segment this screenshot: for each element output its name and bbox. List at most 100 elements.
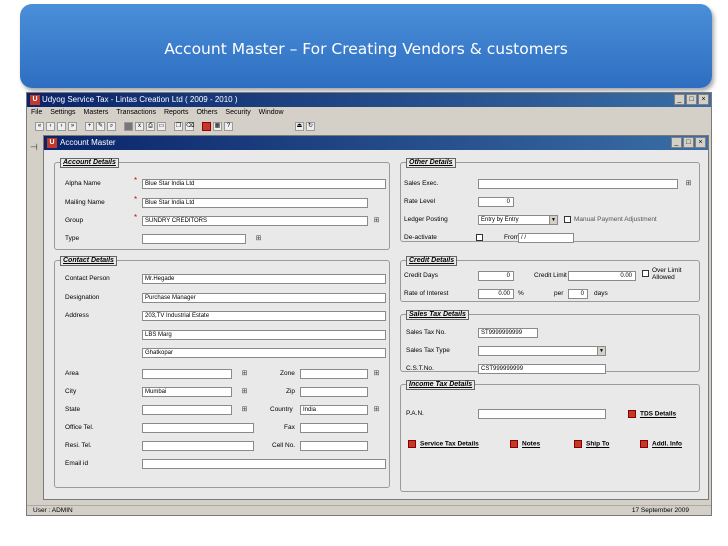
last-record-icon[interactable]: »	[68, 122, 77, 131]
resi-tel-field[interactable]	[142, 441, 254, 451]
sales-tax-no-field[interactable]: ST9999999999	[478, 328, 538, 338]
ledger-posting-label: Ledger Posting	[404, 216, 448, 223]
email-field[interactable]	[142, 459, 386, 469]
zone-field[interactable]	[300, 369, 368, 379]
addl-info-button[interactable]: Addl. Info	[640, 440, 682, 448]
menu-file[interactable]: File	[31, 109, 42, 116]
pin-icon[interactable]: ⊣	[30, 142, 38, 153]
cell-no-label: Cell No.	[272, 442, 296, 449]
group-lookup-icon[interactable]: ⊞	[372, 216, 381, 225]
rate-interest-field[interactable]: 0.00	[478, 289, 514, 299]
rate-level-field[interactable]: 0	[478, 197, 514, 207]
previous-record-icon[interactable]: ‹	[46, 122, 55, 131]
application-window: U Udyog Service Tax - Lintas Creation Ltd…	[26, 92, 712, 516]
from-date-field[interactable]: / /	[518, 233, 574, 243]
zip-label: Zip	[286, 388, 296, 395]
calculator-icon[interactable]: ▦	[213, 122, 222, 131]
preview-icon[interactable]: ▭	[157, 122, 166, 131]
group-field[interactable]: SUNDRY CREDITORS	[142, 216, 368, 226]
account-master-window: ⊣ U Account Master _ □ × Account Details …	[30, 135, 709, 500]
close-button[interactable]: ×	[698, 94, 709, 105]
type-field[interactable]	[142, 234, 246, 244]
tds-details-button[interactable]: TDS Details	[628, 410, 676, 418]
menu-transactions[interactable]: Transactions	[116, 109, 156, 116]
days-label: days	[594, 290, 608, 297]
menu-masters[interactable]: Masters	[83, 109, 108, 116]
mailing-name-label: Mailing Name	[65, 199, 105, 206]
office-tel-field[interactable]	[142, 423, 254, 433]
notes-button[interactable]: Notes	[510, 440, 540, 448]
area-label: Area	[65, 370, 79, 377]
cancel-icon[interactable]: x	[135, 122, 144, 131]
cell-no-field[interactable]	[300, 441, 368, 451]
mailing-name-field[interactable]: Blue Star India Ltd	[142, 198, 368, 208]
child-minimize-button[interactable]: _	[671, 137, 682, 148]
pan-field[interactable]	[478, 409, 606, 419]
cst-no-field[interactable]: CST999999999	[478, 364, 606, 374]
menu-settings[interactable]: Settings	[50, 109, 75, 116]
rate-level-label: Rate Level	[404, 198, 436, 205]
tools-icon[interactable]	[202, 122, 211, 131]
alpha-name-label: Alpha Name	[65, 180, 101, 187]
sales-tax-no-label: Sales Tax No.	[406, 329, 446, 336]
addl-info-icon	[640, 440, 648, 448]
deactivate-checkbox[interactable]	[476, 234, 483, 241]
other-details-heading: Other Details	[406, 158, 456, 168]
sales-tax-type-dropdown[interactable]: ▼	[478, 346, 606, 356]
next-record-icon[interactable]: ›	[57, 122, 66, 131]
state-lookup-icon[interactable]: ⊞	[240, 405, 249, 414]
maximize-button[interactable]: □	[686, 94, 697, 105]
service-tax-details-button[interactable]: Service Tax Details	[408, 440, 479, 448]
city-field[interactable]: Mumbai	[142, 387, 232, 397]
alpha-name-field[interactable]: Blue Star India Ltd	[142, 179, 386, 189]
notes-icon	[510, 440, 518, 448]
ledger-posting-value: Entry by Entry	[481, 217, 519, 223]
credit-limit-label: Credit Limit	[534, 272, 567, 279]
menu-window[interactable]: Window	[259, 109, 284, 116]
copy-icon[interactable]: ❐	[174, 122, 183, 131]
country-field[interactable]: India	[300, 405, 368, 415]
help-icon[interactable]: ?	[224, 122, 233, 131]
address-line-1[interactable]: 203,TV Industrial Estate	[142, 311, 386, 321]
income-tax-details-panel	[400, 384, 700, 492]
menu-security[interactable]: Security	[225, 109, 250, 116]
type-lookup-icon[interactable]: ⊞	[254, 234, 263, 243]
find-icon[interactable]: ⌕	[107, 122, 116, 131]
per-days-field[interactable]: 0	[568, 289, 588, 299]
credit-limit-field[interactable]: 0.00	[568, 271, 636, 281]
fax-field[interactable]	[300, 423, 368, 433]
state-field[interactable]	[142, 405, 232, 415]
address-line-3[interactable]: Ghatkopar	[142, 348, 386, 358]
over-limit-checkbox[interactable]	[642, 270, 649, 277]
child-close-button[interactable]: ×	[695, 137, 706, 148]
zip-field[interactable]	[300, 387, 368, 397]
ledger-posting-dropdown[interactable]: Entry by Entry ▼	[478, 215, 558, 225]
area-lookup-icon[interactable]: ⊞	[240, 369, 249, 378]
ship-to-button[interactable]: Ship To	[574, 440, 609, 448]
first-record-icon[interactable]: «	[35, 122, 44, 131]
sales-exec-field[interactable]	[478, 179, 678, 189]
save-icon[interactable]	[124, 122, 133, 131]
menu-others[interactable]: Others	[196, 109, 217, 116]
print-icon[interactable]: ⎙	[146, 122, 155, 131]
country-lookup-icon[interactable]: ⊞	[372, 405, 381, 414]
exit-icon[interactable]: ⏏	[295, 122, 304, 131]
child-maximize-button[interactable]: □	[683, 137, 694, 148]
address-line-2[interactable]: LBS Marg	[142, 330, 386, 340]
edit-icon[interactable]: ✎	[96, 122, 105, 131]
minimize-button[interactable]: _	[674, 94, 685, 105]
contact-person-field[interactable]: Mr.Hegade	[142, 274, 386, 284]
area-field[interactable]	[142, 369, 232, 379]
refresh-icon[interactable]: ↻	[306, 122, 315, 131]
city-lookup-icon[interactable]: ⊞	[240, 387, 249, 396]
country-label: Country	[270, 406, 293, 413]
designation-field[interactable]: Purchase Manager	[142, 293, 386, 303]
sales-exec-lookup-icon[interactable]: ⊞	[684, 179, 693, 188]
new-icon[interactable]: +	[85, 122, 94, 131]
chevron-down-icon: ▼	[549, 216, 557, 224]
menu-reports[interactable]: Reports	[164, 109, 189, 116]
manual-payment-checkbox[interactable]	[564, 216, 571, 223]
zone-lookup-icon[interactable]: ⊞	[372, 369, 381, 378]
delete-icon[interactable]: ⌫	[185, 122, 194, 131]
credit-days-field[interactable]: 0	[478, 271, 514, 281]
